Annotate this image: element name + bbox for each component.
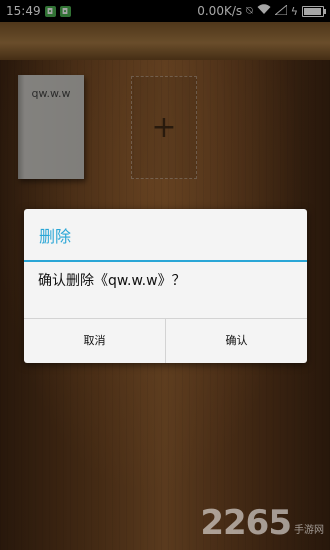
dialog-title: 删除 bbox=[24, 209, 307, 262]
watermark-text: 手游网 bbox=[294, 525, 324, 536]
dialog-message: 确认删除《qw.w.w》？ bbox=[38, 273, 186, 289]
confirm-button[interactable]: 确认 bbox=[165, 319, 307, 363]
watermark-number: 2265 bbox=[200, 503, 292, 543]
watermark-logo: 2265 手游网 bbox=[200, 506, 324, 540]
delete-dialog: 删除 确认删除《qw.w.w》？ 取消 确认 bbox=[24, 209, 307, 363]
cancel-button[interactable]: 取消 bbox=[24, 319, 165, 363]
dialog-buttons: 取消 确认 bbox=[24, 318, 307, 363]
